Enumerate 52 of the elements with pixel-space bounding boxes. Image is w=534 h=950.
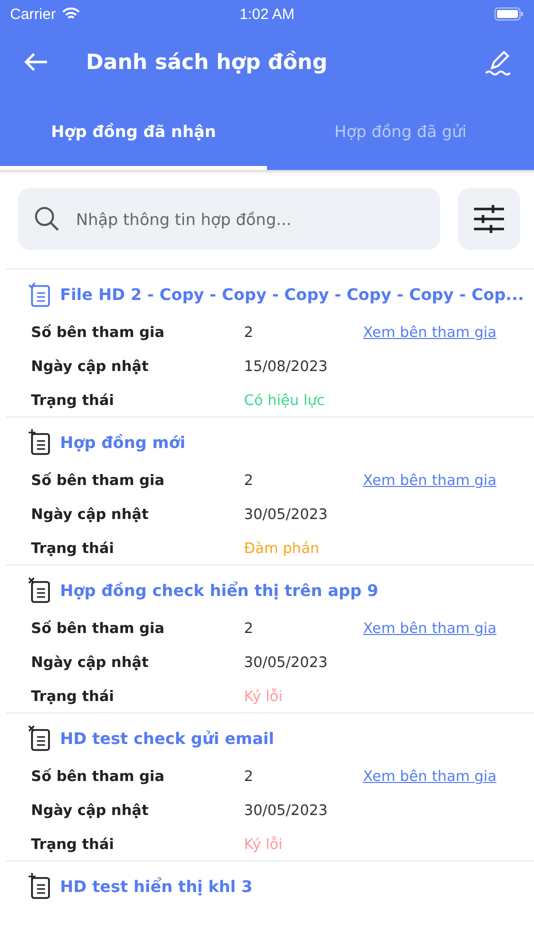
filter-button[interactable] — [458, 188, 520, 250]
carrier-label: Carrier — [10, 6, 56, 22]
search-field[interactable]: Nhập thông tin hợp đồng... — [18, 188, 440, 250]
wifi-icon — [62, 7, 80, 21]
field-label: Trạng thái — [31, 837, 115, 853]
add-document-icon — [28, 429, 52, 455]
field-value: Có hiệu lực — [244, 393, 326, 409]
error-document-icon — [28, 577, 52, 603]
page-title: Danh sách hợp đồng — [86, 50, 328, 74]
field-label: Ngày cập nhật — [31, 655, 150, 671]
field-value: 30/05/2023 — [244, 803, 329, 819]
contract-title[interactable]: HD test check gửi email — [60, 728, 274, 748]
view-participants-link[interactable]: Xem bên tham gia — [363, 325, 534, 341]
field-label: Trạng thái — [31, 393, 115, 409]
contract-title[interactable]: HD test hiển thị khl 3 — [60, 876, 252, 896]
tab[interactable]: Hợp đồng đã nhận — [0, 96, 267, 170]
checklist-document-icon — [28, 281, 52, 307]
field-label: Trạng thái — [31, 689, 115, 705]
field-label: Trạng thái — [31, 541, 115, 557]
search-input[interactable]: Nhập thông tin hợp đồng... — [74, 208, 424, 230]
field-value: Ký lỗi — [244, 689, 284, 705]
contract-title[interactable]: Hợp đồng check hiển thị trên app 9 — [60, 580, 378, 600]
contract-title[interactable]: Hợp đồng mới — [60, 432, 186, 452]
view-participants-link[interactable]: Xem bên tham gia — [363, 621, 534, 637]
field-value: 2 — [244, 325, 254, 341]
field-value: Đàm phán — [244, 541, 320, 557]
field-label: Ngày cập nhật — [31, 803, 150, 819]
sliders-icon — [473, 204, 505, 234]
back-arrow-icon[interactable] — [24, 52, 48, 72]
field-value: 2 — [244, 769, 254, 785]
battery-icon — [494, 7, 524, 21]
error-document-icon — [28, 725, 52, 751]
field-label: Ngày cập nhật — [31, 359, 150, 375]
view-participants-link[interactable]: Xem bên tham gia — [363, 769, 534, 785]
add-document-icon — [28, 873, 52, 899]
field-label: Số bên tham gia — [31, 325, 166, 341]
field-value: Ký lỗi — [244, 837, 284, 853]
field-label: Số bên tham gia — [31, 769, 166, 785]
field-value: 30/05/2023 — [244, 655, 329, 671]
field-label: Số bên tham gia — [31, 473, 166, 489]
search-icon — [34, 206, 60, 232]
field-value: 2 — [244, 473, 254, 489]
clock: 1:02 AM — [239, 6, 295, 22]
contract-title[interactable]: File HD 2 - Copy - Copy - Copy - Copy - Copy - Cop... — [60, 284, 524, 304]
field-label: Ngày cập nhật — [31, 507, 150, 523]
field-value: 30/05/2023 — [244, 507, 329, 523]
edit-pen-icon[interactable] — [484, 48, 512, 76]
view-participants-link[interactable]: Xem bên tham gia — [363, 473, 534, 489]
field-label: Số bên tham gia — [31, 621, 166, 637]
field-value: 15/08/2023 — [244, 359, 329, 375]
field-value: 2 — [244, 621, 254, 637]
tab[interactable]: Hợp đồng đã gửi — [267, 96, 534, 170]
